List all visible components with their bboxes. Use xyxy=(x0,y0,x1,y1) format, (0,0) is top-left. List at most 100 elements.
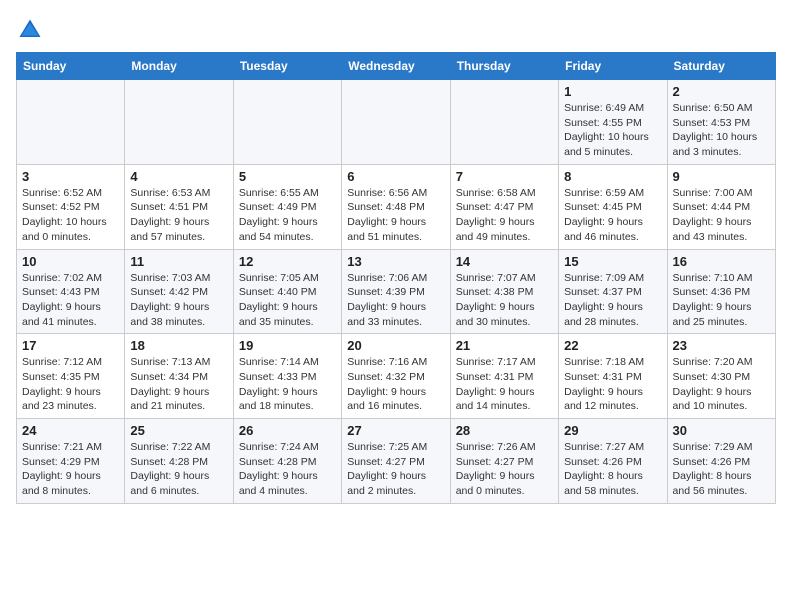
week-row-4: 17 Sunrise: 7:12 AM Sunset: 4:35 PM Dayli… xyxy=(17,334,776,419)
day-info: Sunrise: 6:59 AM Sunset: 4:45 PM Dayligh… xyxy=(564,186,661,245)
day-number: 5 xyxy=(239,169,336,184)
weekday-header-friday: Friday xyxy=(559,53,667,80)
day-info: Sunrise: 6:55 AM Sunset: 4:49 PM Dayligh… xyxy=(239,186,336,245)
day-info: Sunrise: 7:21 AM Sunset: 4:29 PM Dayligh… xyxy=(22,440,119,499)
day-cell: 2Sunrise: 6:50 AM Sunset: 4:53 PM Daylig… xyxy=(667,80,775,165)
week-row-5: 24 Sunrise: 7:21 AM Sunset: 4:29 PM Dayli… xyxy=(17,419,776,504)
weekday-header-row: SundayMondayTuesdayWednesdayThursdayFrid… xyxy=(17,53,776,80)
day-info: Sunrise: 7:09 AM Sunset: 4:37 PM Dayligh… xyxy=(564,271,661,330)
day-cell: 18 Sunrise: 7:13 AM Sunset: 4:34 PM Dayli… xyxy=(125,334,233,419)
day-info: Sunrise: 6:58 AM Sunset: 4:47 PM Dayligh… xyxy=(456,186,553,245)
day-number: 16 xyxy=(673,254,770,269)
day-number: 11 xyxy=(130,254,227,269)
day-info: Sunrise: 7:25 AM Sunset: 4:27 PM Dayligh… xyxy=(347,440,444,499)
day-number: 21 xyxy=(456,338,553,353)
day-info: Sunrise: 6:49 AM Sunset: 4:55 PM Dayligh… xyxy=(564,101,661,160)
day-cell: 21 Sunrise: 7:17 AM Sunset: 4:31 PM Dayli… xyxy=(450,334,558,419)
day-cell: 5 Sunrise: 6:55 AM Sunset: 4:49 PM Daylig… xyxy=(233,164,341,249)
day-info: Sunrise: 7:26 AM Sunset: 4:27 PM Dayligh… xyxy=(456,440,553,499)
week-row-2: 3Sunrise: 6:52 AM Sunset: 4:52 PM Daylig… xyxy=(17,164,776,249)
weekday-header-saturday: Saturday xyxy=(667,53,775,80)
day-cell: 13 Sunrise: 7:06 AM Sunset: 4:39 PM Dayli… xyxy=(342,249,450,334)
day-cell xyxy=(342,80,450,165)
logo xyxy=(16,16,48,44)
day-number: 4 xyxy=(130,169,227,184)
day-cell: 28 Sunrise: 7:26 AM Sunset: 4:27 PM Dayli… xyxy=(450,419,558,504)
day-cell: 4 Sunrise: 6:53 AM Sunset: 4:51 PM Daylig… xyxy=(125,164,233,249)
day-cell: 3Sunrise: 6:52 AM Sunset: 4:52 PM Daylig… xyxy=(17,164,125,249)
day-info: Sunrise: 7:14 AM Sunset: 4:33 PM Dayligh… xyxy=(239,355,336,414)
day-number: 14 xyxy=(456,254,553,269)
week-row-3: 10 Sunrise: 7:02 AM Sunset: 4:43 PM Dayli… xyxy=(17,249,776,334)
day-number: 7 xyxy=(456,169,553,184)
day-number: 6 xyxy=(347,169,444,184)
day-info: Sunrise: 7:20 AM Sunset: 4:30 PM Dayligh… xyxy=(673,355,770,414)
weekday-header-tuesday: Tuesday xyxy=(233,53,341,80)
day-number: 19 xyxy=(239,338,336,353)
day-number: 17 xyxy=(22,338,119,353)
day-cell: 25Sunrise: 7:22 AM Sunset: 4:28 PM Dayli… xyxy=(125,419,233,504)
day-number: 23 xyxy=(673,338,770,353)
day-number: 15 xyxy=(564,254,661,269)
day-number: 9 xyxy=(673,169,770,184)
day-cell: 12 Sunrise: 7:05 AM Sunset: 4:40 PM Dayli… xyxy=(233,249,341,334)
day-number: 10 xyxy=(22,254,119,269)
day-info: Sunrise: 7:18 AM Sunset: 4:31 PM Dayligh… xyxy=(564,355,661,414)
day-info: Sunrise: 6:53 AM Sunset: 4:51 PM Dayligh… xyxy=(130,186,227,245)
day-cell: 30 Sunrise: 7:29 AM Sunset: 4:26 PM Dayli… xyxy=(667,419,775,504)
day-info: Sunrise: 7:12 AM Sunset: 4:35 PM Dayligh… xyxy=(22,355,119,414)
day-info: Sunrise: 7:02 AM Sunset: 4:43 PM Dayligh… xyxy=(22,271,119,330)
day-number: 24 xyxy=(22,423,119,438)
day-cell xyxy=(233,80,341,165)
day-number: 13 xyxy=(347,254,444,269)
week-row-1: 1 Sunrise: 6:49 AM Sunset: 4:55 PM Daylig… xyxy=(17,80,776,165)
weekday-header-sunday: Sunday xyxy=(17,53,125,80)
day-number: 22 xyxy=(564,338,661,353)
calendar-table: SundayMondayTuesdayWednesdayThursdayFrid… xyxy=(16,52,776,504)
day-number: 1 xyxy=(564,84,661,99)
day-cell: 15 Sunrise: 7:09 AM Sunset: 4:37 PM Dayli… xyxy=(559,249,667,334)
day-number: 8 xyxy=(564,169,661,184)
day-info: Sunrise: 7:03 AM Sunset: 4:42 PM Dayligh… xyxy=(130,271,227,330)
day-number: 27 xyxy=(347,423,444,438)
day-info: Sunrise: 6:52 AM Sunset: 4:52 PM Dayligh… xyxy=(22,186,119,245)
day-info: Sunrise: 7:07 AM Sunset: 4:38 PM Dayligh… xyxy=(456,271,553,330)
day-info: Sunrise: 7:05 AM Sunset: 4:40 PM Dayligh… xyxy=(239,271,336,330)
weekday-header-thursday: Thursday xyxy=(450,53,558,80)
day-cell: 23 Sunrise: 7:20 AM Sunset: 4:30 PM Dayli… xyxy=(667,334,775,419)
day-cell: 17 Sunrise: 7:12 AM Sunset: 4:35 PM Dayli… xyxy=(17,334,125,419)
day-number: 25 xyxy=(130,423,227,438)
day-cell: 22 Sunrise: 7:18 AM Sunset: 4:31 PM Dayli… xyxy=(559,334,667,419)
day-number: 12 xyxy=(239,254,336,269)
day-info: Sunrise: 7:13 AM Sunset: 4:34 PM Dayligh… xyxy=(130,355,227,414)
day-number: 26 xyxy=(239,423,336,438)
day-cell: 16 Sunrise: 7:10 AM Sunset: 4:36 PM Dayli… xyxy=(667,249,775,334)
day-info: Sunrise: 7:10 AM Sunset: 4:36 PM Dayligh… xyxy=(673,271,770,330)
day-cell: 29Sunrise: 7:27 AM Sunset: 4:26 PM Dayli… xyxy=(559,419,667,504)
weekday-header-monday: Monday xyxy=(125,53,233,80)
day-cell: 1 Sunrise: 6:49 AM Sunset: 4:55 PM Daylig… xyxy=(559,80,667,165)
logo-icon xyxy=(16,16,44,44)
day-cell xyxy=(17,80,125,165)
day-cell: 9 Sunrise: 7:00 AM Sunset: 4:44 PM Daylig… xyxy=(667,164,775,249)
day-info: Sunrise: 7:00 AM Sunset: 4:44 PM Dayligh… xyxy=(673,186,770,245)
day-cell: 7 Sunrise: 6:58 AM Sunset: 4:47 PM Daylig… xyxy=(450,164,558,249)
day-info: Sunrise: 7:06 AM Sunset: 4:39 PM Dayligh… xyxy=(347,271,444,330)
day-info: Sunrise: 7:17 AM Sunset: 4:31 PM Dayligh… xyxy=(456,355,553,414)
day-number: 18 xyxy=(130,338,227,353)
day-cell: 26Sunrise: 7:24 AM Sunset: 4:28 PM Dayli… xyxy=(233,419,341,504)
weekday-header-wednesday: Wednesday xyxy=(342,53,450,80)
day-cell: 8 Sunrise: 6:59 AM Sunset: 4:45 PM Daylig… xyxy=(559,164,667,249)
day-cell: 6 Sunrise: 6:56 AM Sunset: 4:48 PM Daylig… xyxy=(342,164,450,249)
day-cell: 24 Sunrise: 7:21 AM Sunset: 4:29 PM Dayli… xyxy=(17,419,125,504)
day-number: 30 xyxy=(673,423,770,438)
day-number: 2 xyxy=(673,84,770,99)
page-header xyxy=(16,16,776,44)
day-cell: 19 Sunrise: 7:14 AM Sunset: 4:33 PM Dayli… xyxy=(233,334,341,419)
day-number: 29 xyxy=(564,423,661,438)
day-number: 28 xyxy=(456,423,553,438)
day-info: Sunrise: 7:29 AM Sunset: 4:26 PM Dayligh… xyxy=(673,440,770,499)
day-info: Sunrise: 6:56 AM Sunset: 4:48 PM Dayligh… xyxy=(347,186,444,245)
day-cell xyxy=(450,80,558,165)
day-cell xyxy=(125,80,233,165)
